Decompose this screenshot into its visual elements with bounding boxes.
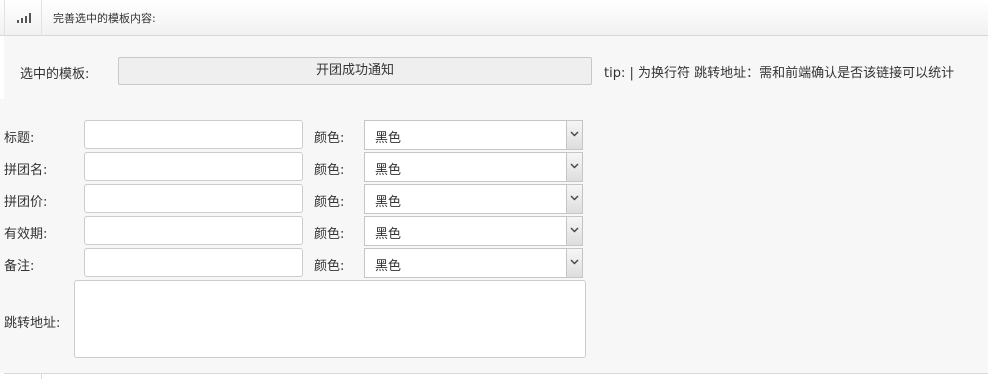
panel-icon-cell bbox=[4, 0, 42, 35]
group-name-color-label: 颜色: bbox=[314, 163, 345, 178]
remark-color-select[interactable]: 黑色 bbox=[364, 248, 583, 278]
template-tip: tip: | 为换行符 跳转地址：需和前端确认是否该链接可以统计 bbox=[604, 66, 955, 81]
group-name-color-value: 黑色 bbox=[375, 163, 402, 178]
chevron-down-icon[interactable] bbox=[566, 153, 582, 181]
validity-input[interactable] bbox=[84, 216, 303, 245]
validity-color-value: 黑色 bbox=[375, 227, 402, 242]
group-price-color-select[interactable]: 黑色 bbox=[364, 184, 583, 214]
validity-color-select[interactable]: 黑色 bbox=[364, 216, 583, 246]
chevron-down-icon[interactable] bbox=[566, 217, 582, 245]
title-label: 标题: bbox=[4, 131, 35, 146]
validity-label: 有效期: bbox=[4, 227, 48, 242]
chevron-down-icon[interactable] bbox=[566, 249, 582, 277]
signal-bars-icon bbox=[17, 13, 31, 23]
group-price-label: 拼团价: bbox=[4, 195, 48, 210]
group-name-input[interactable] bbox=[84, 152, 303, 181]
redirect-url-label: 跳转地址: bbox=[4, 316, 61, 331]
group-price-color-value: 黑色 bbox=[375, 195, 402, 210]
title-color-select[interactable]: 黑色 bbox=[364, 120, 583, 150]
chevron-down-icon[interactable] bbox=[566, 121, 582, 149]
remark-color-label: 颜色: bbox=[314, 259, 345, 274]
template-label: 选中的模板: bbox=[20, 67, 90, 82]
selected-template-field[interactable]: 开团成功通知 bbox=[118, 57, 592, 85]
panel-title: 完善选中的模板内容: bbox=[53, 12, 156, 25]
group-name-color-select[interactable]: 黑色 bbox=[364, 152, 583, 182]
chevron-down-icon[interactable] bbox=[566, 185, 582, 213]
remark-color-value: 黑色 bbox=[375, 259, 402, 274]
remark-input[interactable] bbox=[84, 248, 303, 277]
title-input[interactable] bbox=[84, 120, 303, 149]
title-color-value: 黑色 bbox=[375, 131, 402, 146]
remark-label: 备注: bbox=[4, 259, 35, 274]
validity-color-label: 颜色: bbox=[314, 227, 345, 242]
group-name-label: 拼团名: bbox=[4, 163, 48, 178]
bottom-divider bbox=[4, 373, 988, 379]
title-color-label: 颜色: bbox=[314, 131, 345, 146]
panel-header: 完善选中的模板内容: bbox=[0, 0, 988, 36]
group-price-color-label: 颜色: bbox=[314, 195, 345, 210]
divider-tick bbox=[41, 374, 42, 379]
group-price-input[interactable] bbox=[84, 184, 303, 213]
redirect-url-textarea[interactable] bbox=[74, 280, 586, 358]
